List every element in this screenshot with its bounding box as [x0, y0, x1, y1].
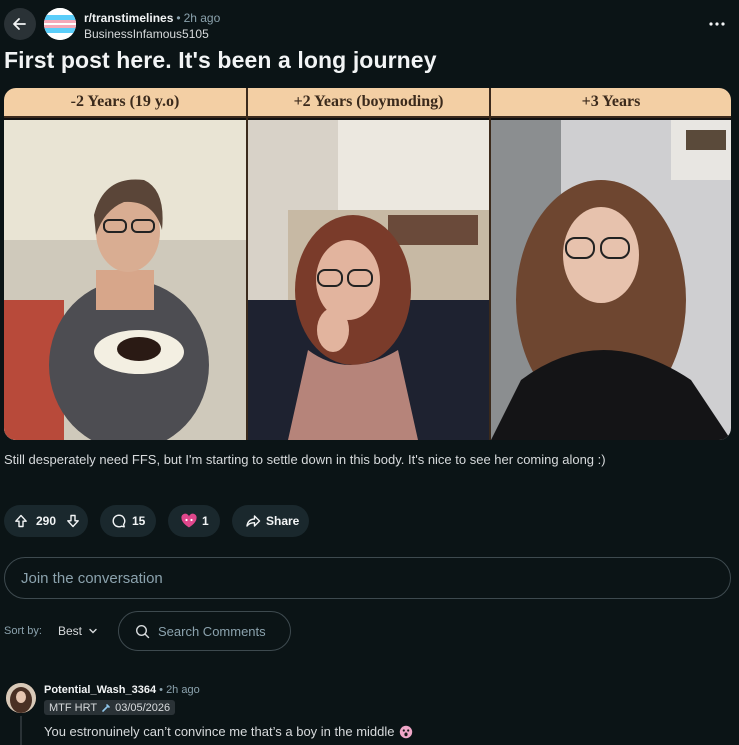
share-label: Share	[266, 514, 300, 528]
separator-dot: •	[176, 11, 181, 25]
award-count: 1	[202, 514, 209, 528]
search-icon	[135, 624, 150, 638]
search-placeholder: Search Comments	[158, 623, 266, 639]
post-header: r/transtimelines • 2h ago BusinessInfamous…	[4, 8, 735, 44]
chevron-down-icon	[89, 628, 97, 634]
panel-label-2: +2 Years (boymoding)	[248, 88, 489, 118]
upvote-arrow-icon	[15, 514, 27, 528]
search-comments-input[interactable]: Search Comments	[118, 611, 291, 651]
comment-meta: Potential_Wash_3364 • 2h ago	[44, 684, 200, 696]
heart-award-icon	[180, 512, 198, 530]
sort-dropdown[interactable]: Best	[58, 621, 98, 641]
award-button[interactable]: 1	[168, 505, 220, 537]
comment-time: 2h ago	[166, 684, 200, 696]
sort-value: Best	[58, 624, 83, 638]
image-panel-2: +2 Years (boymoding)	[248, 88, 489, 440]
flair-date: 03/05/2026	[115, 701, 171, 714]
share-arrow-icon	[244, 512, 262, 530]
comment-text: You estronuinely can’t convince me that’…	[44, 724, 395, 739]
post-image[interactable]: -2 Years (19 y.o) +2 Years (boymoding) +…	[4, 88, 731, 440]
share-button[interactable]: Share	[232, 505, 309, 537]
image-panel-1: -2 Years (19 y.o)	[4, 88, 246, 440]
downvote-arrow-icon	[67, 514, 79, 528]
upvote-button[interactable]	[12, 512, 30, 530]
subreddit-meta: r/transtimelines • 2h ago	[84, 11, 220, 25]
sort-label: Sort by:	[4, 625, 42, 637]
commenter-avatar[interactable]	[6, 683, 36, 713]
post-time: 2h ago	[183, 11, 221, 25]
photo-after	[491, 120, 731, 440]
syringe-icon	[102, 703, 110, 712]
downvote-button[interactable]	[64, 512, 82, 530]
arrow-left-icon	[13, 18, 26, 30]
comments-button[interactable]: 15	[100, 505, 156, 537]
join-conversation-input[interactable]: Join the conversation	[4, 557, 731, 599]
image-panel-3: +3 Years	[491, 88, 731, 440]
vote-count: 290	[36, 514, 57, 528]
post-title: First post here. It's been a long journe…	[4, 47, 437, 73]
more-options-button[interactable]	[705, 12, 729, 36]
more-horizontal-icon	[709, 22, 725, 26]
back-button[interactable]	[4, 8, 36, 40]
shocked-emoji-icon	[399, 725, 412, 738]
comment-thread-line[interactable]	[20, 716, 22, 745]
post-author[interactable]: BusinessInfamous5105	[84, 27, 209, 41]
comment-body: You estronuinely can’t convince me that’…	[44, 724, 413, 739]
panel-label-1: -2 Years (19 y.o)	[4, 88, 246, 118]
user-flair: MTF HRT 03/05/2026	[44, 700, 176, 715]
subreddit-name[interactable]: r/transtimelines	[84, 11, 173, 25]
photo-middle	[248, 120, 489, 440]
post-body: Still desperately need FFS, but I'm star…	[4, 452, 606, 467]
flair-text: MTF HRT	[49, 701, 98, 714]
photo-before	[4, 120, 246, 440]
comment-count: 15	[132, 514, 146, 528]
reddit-post-page: r/transtimelines • 2h ago BusinessInfamous…	[0, 0, 739, 745]
subreddit-avatar[interactable]	[44, 8, 76, 40]
vote-pill: 290	[4, 505, 88, 537]
panel-label-3: +3 Years	[491, 88, 731, 118]
comment-bubble-icon	[110, 512, 128, 530]
commenter-username[interactable]: Potential_Wash_3364	[44, 684, 156, 696]
